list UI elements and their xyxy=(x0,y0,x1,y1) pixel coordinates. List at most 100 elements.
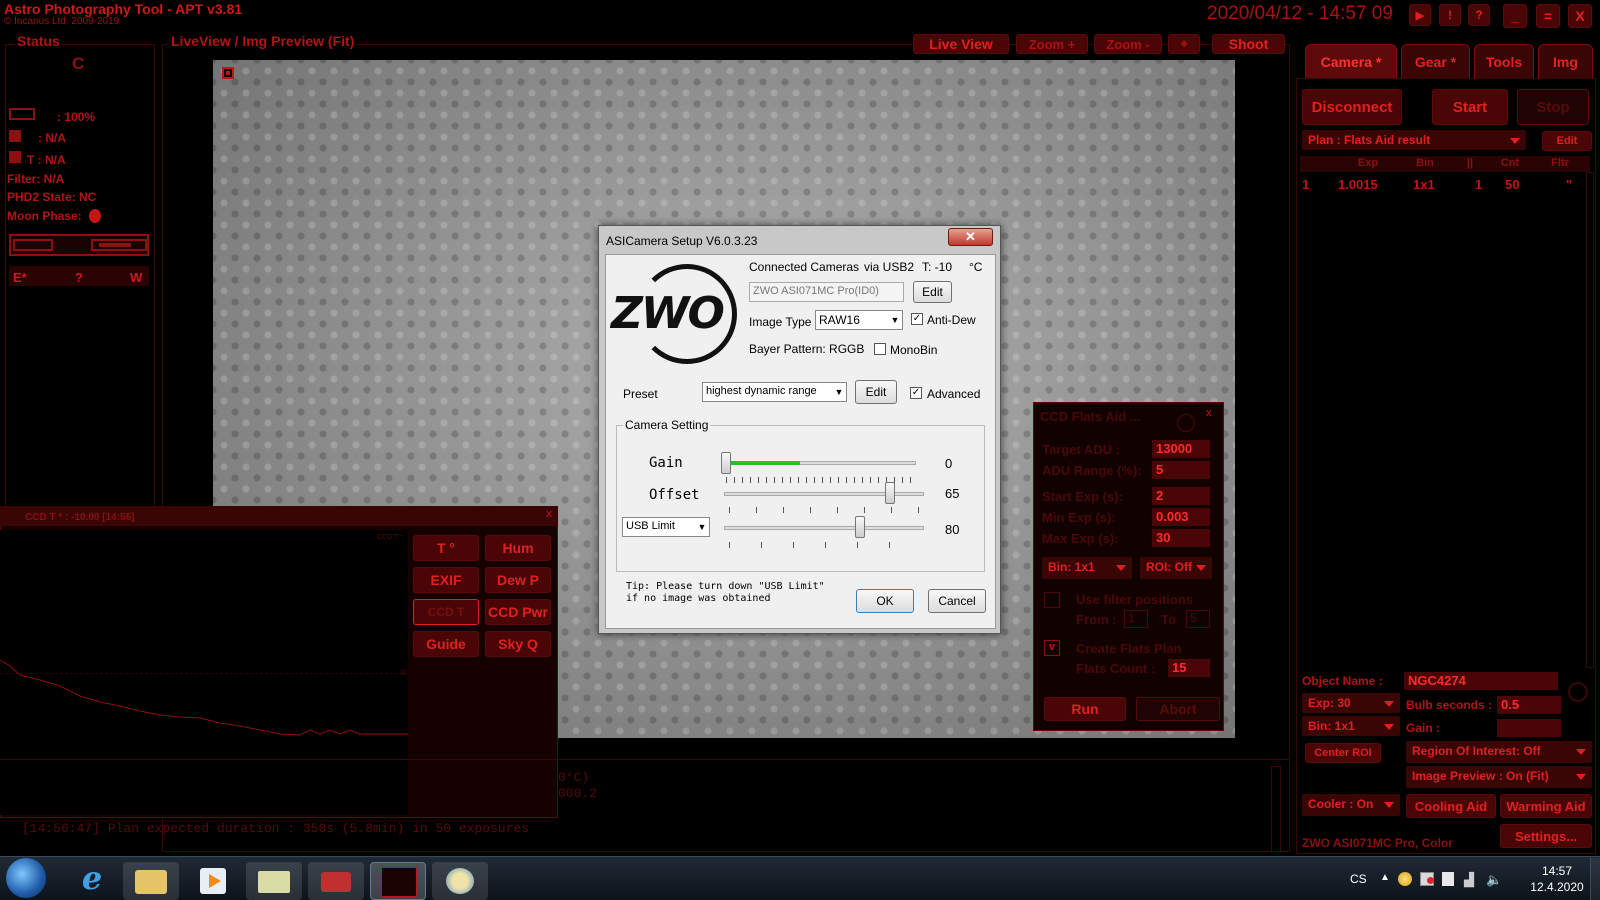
tab-gear[interactable]: Gear * xyxy=(1401,44,1470,78)
gain-slider-thumb[interactable] xyxy=(721,452,731,474)
media-player-icon[interactable] xyxy=(185,862,241,900)
tray-device-icon[interactable] xyxy=(1442,872,1454,886)
preset-chevron-down-icon[interactable]: ▼ xyxy=(832,384,846,400)
disconnect-button[interactable]: Disconnect xyxy=(1302,89,1402,125)
ie-icon[interactable]: e xyxy=(74,860,110,896)
usb-limit-chevron-down-icon[interactable]: ▼ xyxy=(695,519,709,535)
ccd-t-button[interactable]: CCD T xyxy=(413,599,479,625)
center-roi-button[interactable]: Center ROI xyxy=(1305,743,1381,763)
image-preview-dropdown[interactable]: Image Preview : On (Fit) xyxy=(1406,766,1592,788)
cooler-dropdown[interactable]: Cooler : On xyxy=(1302,794,1400,816)
min-exp-field[interactable]: 0.003 xyxy=(1152,508,1210,526)
flats-close-icon[interactable]: x xyxy=(1206,407,1212,419)
tab-img[interactable]: Img xyxy=(1538,44,1593,78)
roi-dropdown[interactable]: Region Of Interest: Off xyxy=(1406,741,1592,763)
flats-roi-dropdown[interactable]: ROI: Off xyxy=(1140,557,1212,579)
flats-pin-icon[interactable] xyxy=(1177,414,1195,432)
tray-flag-icon[interactable] xyxy=(1420,872,1434,886)
help-icon[interactable]: ? xyxy=(1468,4,1490,26)
monobin-checkbox[interactable] xyxy=(874,343,886,355)
exif-button[interactable]: EXIF xyxy=(413,567,479,593)
log-scrollbar[interactable] xyxy=(1271,766,1281,852)
table-row[interactable]: 1 1.0015 1x1 1 50 " xyxy=(1300,176,1590,194)
sky-q-button[interactable]: Sky Q xyxy=(485,631,551,657)
target-icon[interactable] xyxy=(1568,682,1588,702)
adu-range-field[interactable]: 5 xyxy=(1152,461,1210,479)
ccd-pwr-button[interactable]: CCD Pwr xyxy=(485,599,551,625)
guide-button[interactable]: Guide xyxy=(413,631,479,657)
question-flag[interactable]: ? xyxy=(75,270,83,285)
apt-app-icon[interactable] xyxy=(370,862,426,900)
camera-edit-button[interactable]: Edit xyxy=(913,281,952,303)
gain-field[interactable] xyxy=(1497,719,1561,737)
toolbox-icon[interactable] xyxy=(308,862,364,900)
start-button[interactable]: Start xyxy=(1432,89,1508,125)
close-button[interactable]: X xyxy=(1568,4,1592,28)
bin-dropdown[interactable]: Bin: 1x1 xyxy=(1302,716,1400,736)
start-exp-field[interactable]: 2 xyxy=(1152,487,1210,505)
dialog-close-icon[interactable]: ✕ xyxy=(948,228,993,246)
max-exp-field[interactable]: 30 xyxy=(1152,529,1210,547)
tray-time[interactable]: 14:57 xyxy=(1533,864,1581,878)
folder-icon[interactable] xyxy=(246,862,302,900)
tab-camera[interactable]: Camera * xyxy=(1305,44,1397,78)
volume-icon[interactable]: 🔈 xyxy=(1486,872,1502,888)
cooling-aid-button[interactable]: Cooling Aid xyxy=(1406,794,1496,818)
object-name-field[interactable]: NGC4274 xyxy=(1404,672,1558,690)
shoot-button[interactable]: Shoot xyxy=(1212,34,1285,54)
preset-select[interactable]: highest dynamic range xyxy=(702,382,847,402)
plan-scrollbar[interactable] xyxy=(1586,172,1594,668)
camera-select[interactable]: ZWO ASI071MC Pro(ID0) xyxy=(749,282,904,302)
hum-button[interactable]: Hum xyxy=(485,535,551,561)
network-icon[interactable]: ▟ xyxy=(1464,872,1474,888)
image-type-chevron-down-icon[interactable]: ▼ xyxy=(888,312,902,328)
temp-button[interactable]: T ° xyxy=(413,535,479,561)
run-button[interactable]: Run xyxy=(1044,697,1126,721)
minimize-button[interactable]: _ xyxy=(1503,4,1527,28)
dew-point-button[interactable]: Dew P xyxy=(485,567,551,593)
maximize-button[interactable]: = xyxy=(1536,4,1560,28)
usb-limit-slider[interactable] xyxy=(724,526,924,530)
abort-button[interactable]: Abort xyxy=(1136,697,1220,721)
ok-button[interactable]: OK xyxy=(856,589,914,613)
play-icon[interactable]: ▶ xyxy=(1409,4,1431,26)
w-flag[interactable]: W xyxy=(130,270,142,285)
ccd-panel-close-icon[interactable]: x xyxy=(542,508,556,522)
exp-dropdown[interactable]: Exp: 30 xyxy=(1302,693,1400,713)
zoom-out-button[interactable]: Zoom - xyxy=(1094,34,1162,54)
roi-marker[interactable] xyxy=(222,67,234,79)
offset-slider-thumb[interactable] xyxy=(885,482,895,504)
flats-bin-dropdown[interactable]: Bin: 1x1 xyxy=(1042,557,1132,579)
tray-expand-icon[interactable]: ▲ xyxy=(1380,872,1390,883)
create-plan-checkbox[interactable]: v xyxy=(1044,640,1060,656)
use-filter-checkbox[interactable] xyxy=(1044,592,1060,608)
settings-button[interactable]: Settings... xyxy=(1500,824,1592,848)
zoom-in-button[interactable]: Zoom + xyxy=(1016,34,1088,54)
from-field[interactable]: 1 xyxy=(1124,610,1148,628)
explorer-icon[interactable] xyxy=(123,862,179,900)
preset-edit-button[interactable]: Edit xyxy=(855,380,897,404)
bulb-field[interactable]: 0.5 xyxy=(1497,696,1561,714)
anti-dew-checkbox[interactable]: ✓ xyxy=(911,313,923,325)
tray-weather-icon[interactable] xyxy=(1398,872,1412,886)
warming-aid-button[interactable]: Warming Aid xyxy=(1500,794,1592,818)
plan-dropdown[interactable]: Plan : Flats Aid result xyxy=(1302,130,1526,150)
live-view-button[interactable]: Live View xyxy=(913,34,1009,54)
stop-button[interactable]: Stop xyxy=(1517,89,1589,125)
language-indicator[interactable]: CS xyxy=(1350,872,1367,886)
advanced-checkbox[interactable]: ✓ xyxy=(910,387,922,399)
tab-tools[interactable]: Tools xyxy=(1474,44,1534,78)
info-icon[interactable]: ! xyxy=(1439,4,1461,26)
start-orb-icon[interactable] xyxy=(6,858,46,898)
usb-limit-slider-thumb[interactable] xyxy=(855,516,865,538)
flats-count-field[interactable]: 15 xyxy=(1168,659,1210,677)
cancel-button[interactable]: Cancel xyxy=(928,589,986,613)
target-adu-field[interactable]: 13000 xyxy=(1152,440,1210,458)
tray-date[interactable]: 12.4.2020 xyxy=(1525,880,1589,894)
show-desktop-button[interactable] xyxy=(1590,858,1600,900)
plan-edit-button[interactable]: Edit xyxy=(1542,131,1592,151)
paint-icon[interactable] xyxy=(432,862,488,900)
e-flag[interactable]: E* xyxy=(13,270,27,285)
crosshair-icon[interactable]: ⌖ xyxy=(1168,34,1200,54)
to-field[interactable]: 5 xyxy=(1186,610,1210,628)
